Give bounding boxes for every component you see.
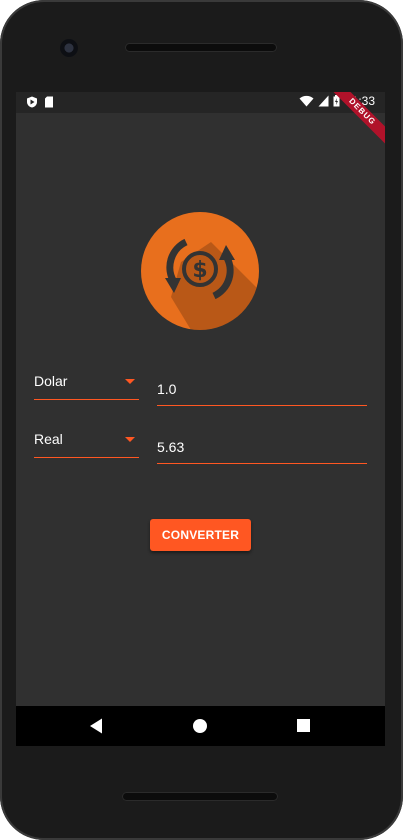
earpiece-speaker [125, 43, 277, 52]
phone-frame: 11:33 DEBUG $ Dolar [0, 0, 403, 840]
to-currency-label: Real [34, 431, 63, 447]
front-camera [60, 39, 78, 57]
from-amount-value: 1.0 [157, 381, 177, 397]
to-amount-value: 5.63 [157, 439, 185, 455]
currency-exchange-icon: $ [141, 212, 259, 330]
sd-card-icon [45, 96, 53, 108]
status-left [26, 96, 54, 108]
convert-button[interactable]: CONVERTER [150, 519, 251, 551]
to-amount-input[interactable]: 5.63 [157, 437, 367, 464]
from-amount-input[interactable]: 1.0 [157, 379, 367, 406]
dropdown-arrow-icon [125, 379, 135, 384]
from-currency-label: Dolar [34, 373, 68, 389]
wifi-icon [299, 95, 314, 107]
navigation-bar [16, 706, 385, 746]
to-currency-dropdown[interactable]: Real [34, 431, 139, 458]
svg-text:$: $ [192, 258, 207, 283]
bottom-speaker [122, 792, 278, 801]
back-icon[interactable] [89, 718, 103, 734]
home-icon[interactable] [193, 719, 207, 733]
from-currency-dropdown[interactable]: Dolar [34, 373, 139, 400]
app-screen: 11:33 DEBUG $ Dolar [16, 92, 385, 746]
status-bar: 11:33 DEBUG [16, 92, 385, 149]
signal-icon [318, 95, 329, 107]
dropdown-arrow-icon [125, 437, 135, 442]
recent-apps-icon[interactable] [297, 719, 310, 732]
play-protect-icon [27, 96, 37, 108]
